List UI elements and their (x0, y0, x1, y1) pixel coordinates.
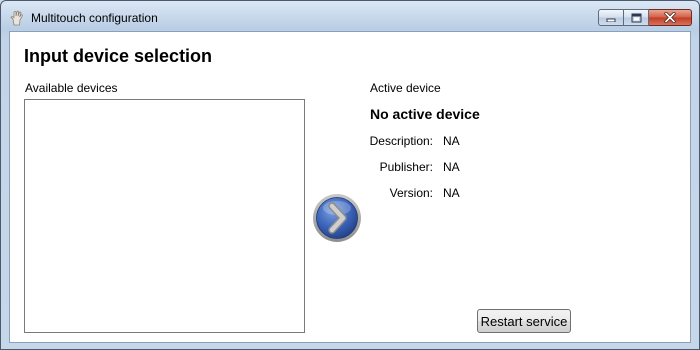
minimize-icon (606, 18, 616, 22)
window-title: Multitouch configuration (31, 11, 158, 25)
hand-touch-icon (10, 10, 23, 26)
caption-buttons (598, 9, 692, 27)
restart-service-button[interactable]: Restart service (477, 309, 571, 333)
maximize-button[interactable] (624, 9, 649, 26)
minimize-button[interactable] (598, 9, 624, 26)
page-title: Input device selection (24, 46, 213, 66)
publisher-value: NA (443, 160, 460, 174)
client-area: Input device selection Available devices (9, 31, 691, 343)
chevron-right-icon (313, 194, 361, 242)
available-devices-label: Available devices (25, 81, 118, 95)
app-window: Multitouch configuration Input device se… (0, 0, 700, 350)
active-device-name: No active device (370, 106, 480, 122)
publisher-label: Publisher: (379, 160, 433, 174)
title-bar[interactable]: Multitouch configuration (1, 1, 699, 31)
description-label: Description: (369, 134, 433, 148)
active-device-label: Active device (370, 81, 441, 95)
maximize-icon (631, 13, 641, 22)
version-label: Version: (389, 186, 433, 200)
activate-device-button[interactable] (312, 193, 362, 243)
description-value: NA (443, 134, 460, 148)
close-icon (664, 12, 676, 23)
available-devices-list[interactable] (24, 99, 305, 333)
close-button[interactable] (649, 9, 692, 26)
version-value: NA (443, 186, 460, 200)
